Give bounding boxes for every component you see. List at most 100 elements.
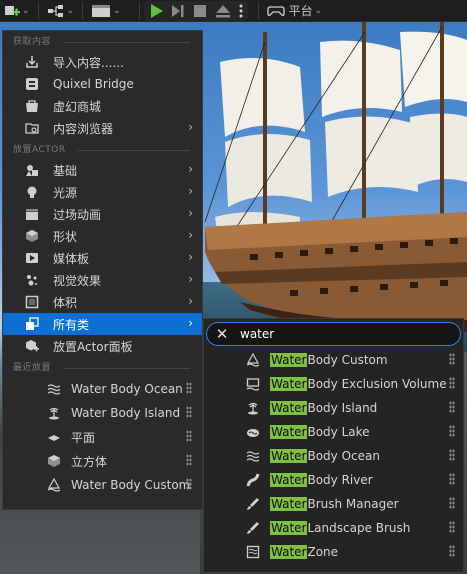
- plane-icon: [47, 430, 61, 444]
- drag-handle-icon[interactable]: [449, 401, 455, 413]
- menu-item-place-actor-panel[interactable]: 放置Actor面板: [3, 335, 202, 357]
- platforms-button[interactable]: 平台 ⌄: [263, 1, 322, 21]
- all-classes-icon: [25, 317, 39, 331]
- drag-handle-icon[interactable]: [449, 497, 455, 509]
- chevron-right-icon: ›: [188, 272, 193, 286]
- menu-item-label: 导入内容......: [53, 55, 124, 70]
- menu-item-label: 内容浏览器: [53, 121, 114, 136]
- drag-handle-icon[interactable]: [186, 382, 192, 394]
- search-input[interactable]: water: [240, 327, 274, 341]
- section-title: 获取内容: [13, 37, 52, 47]
- result-water-body-custom[interactable]: Water Body Custom: [204, 348, 463, 372]
- drag-handle-icon[interactable]: [186, 430, 192, 442]
- drag-handle-icon[interactable]: [186, 406, 192, 418]
- recent-item-cube[interactable]: 立方体: [3, 449, 202, 473]
- step-forward-icon[interactable]: [170, 3, 186, 19]
- result-water-zone[interactable]: Water Zone: [204, 540, 463, 564]
- match-highlight: Water: [270, 401, 308, 415]
- chevron-down-icon: ⌄: [113, 5, 121, 16]
- basic-icon: [25, 163, 39, 177]
- drag-handle-icon[interactable]: [449, 545, 455, 557]
- volume-icon: [25, 295, 39, 309]
- result-water-body-ocean[interactable]: Water Body Ocean: [204, 444, 463, 468]
- result-water-body-lake[interactable]: Water Body Lake: [204, 420, 463, 444]
- drag-handle-icon[interactable]: [449, 377, 455, 389]
- chevron-right-icon: ›: [188, 228, 193, 242]
- chevron-right-icon: ›: [188, 316, 193, 330]
- recent-item-water-body-island[interactable]: Water Body Island: [3, 401, 202, 425]
- drag-handle-icon[interactable]: [449, 521, 455, 533]
- result-water-brush-manager[interactable]: Water Brush Manager: [204, 492, 463, 516]
- place-actor-panel-icon: [25, 339, 39, 353]
- cube-icon: [47, 454, 61, 468]
- water-custom-icon: [246, 353, 260, 367]
- drag-handle-icon[interactable]: [449, 353, 455, 365]
- result-water-landscape-brush[interactable]: Water Landscape Brush: [204, 516, 463, 540]
- chevron-right-icon: ›: [188, 294, 193, 308]
- eject-icon[interactable]: [214, 3, 232, 19]
- match-highlight: Water: [270, 473, 308, 487]
- menu-item-visual-effects[interactable]: 视觉效果 ›: [3, 269, 202, 291]
- shape-icon: [25, 229, 39, 243]
- platforms-label: 平台: [288, 4, 313, 18]
- water-island-icon: [246, 401, 260, 415]
- menu-item-all-classes[interactable]: 所有类 ›: [3, 313, 202, 335]
- result-label: Body Lake: [307, 425, 370, 439]
- menu-item-label: 体积: [53, 295, 78, 310]
- menu-item-import-content[interactable]: 导入内容......: [3, 51, 202, 73]
- menu-item-shapes[interactable]: 形状 ›: [3, 225, 202, 247]
- chevron-right-icon: ›: [188, 162, 193, 176]
- class-search-box[interactable]: ✕ water: [206, 322, 461, 346]
- clapperboard-icon: [92, 4, 111, 17]
- section-title: 最近放置: [13, 363, 52, 373]
- recent-item-label: 立方体: [71, 454, 108, 469]
- recent-item-plane[interactable]: 平面: [3, 425, 202, 449]
- all-classes-submenu: ✕ water Water Body Custom Water Body Exc…: [203, 318, 464, 573]
- stop-icon[interactable]: [192, 3, 208, 19]
- result-label: Body River: [307, 473, 373, 487]
- menu-item-label: 光源: [53, 185, 78, 200]
- result-water-body-exclusion-volume[interactable]: Water Body Exclusion Volume: [204, 372, 463, 396]
- water-ocean-icon: [47, 382, 61, 396]
- blueprint-icon: [47, 4, 63, 17]
- recent-item-water-body-custom[interactable]: Water Body Custom: [3, 473, 202, 497]
- drag-handle-icon[interactable]: [449, 449, 455, 461]
- add-actor-icon: [5, 5, 20, 16]
- media-icon: [25, 251, 39, 265]
- play-icon[interactable]: [148, 3, 164, 19]
- drag-handle-icon[interactable]: [449, 473, 455, 485]
- cinematics-button[interactable]: ⌄: [91, 1, 121, 21]
- place-actor-menu: 获取内容 导入内容...... Quixel Bridge 虚幻商城 内容浏览器…: [2, 30, 203, 510]
- menu-item-volumes[interactable]: 体积 ›: [3, 291, 202, 313]
- result-label: Body Ocean: [307, 449, 380, 463]
- menu-item-media[interactable]: 媒体板 ›: [3, 247, 202, 269]
- match-highlight: Water: [270, 545, 308, 559]
- section-get-content: 获取内容: [3, 31, 202, 51]
- recent-item-water-body-ocean[interactable]: Water Body Ocean: [3, 377, 202, 401]
- menu-item-quixel-bridge[interactable]: Quixel Bridge: [3, 73, 202, 95]
- clear-search-icon[interactable]: ✕: [212, 325, 232, 343]
- menu-item-cinematic[interactable]: 过场动画 ›: [3, 203, 202, 225]
- result-water-body-river[interactable]: Water Body River: [204, 468, 463, 492]
- menu-item-content-browser[interactable]: 内容浏览器 ›: [3, 117, 202, 139]
- add-actor-button[interactable]: ⌄: [4, 1, 30, 21]
- result-label: Brush Manager: [307, 497, 399, 511]
- menu-item-lights[interactable]: 光源 ›: [3, 181, 202, 203]
- water-ocean-icon: [246, 449, 260, 463]
- exclusion-volume-icon: [246, 377, 260, 391]
- blueprint-button[interactable]: ⌄: [47, 1, 74, 21]
- water-custom-icon: [47, 478, 61, 492]
- menu-item-marketplace[interactable]: 虚幻商城: [3, 95, 202, 117]
- result-label: Body Custom: [307, 353, 388, 367]
- chevron-right-icon: ›: [188, 206, 193, 220]
- result-water-body-island[interactable]: Water Body Island: [204, 396, 463, 420]
- menu-item-basic[interactable]: 基础 ›: [3, 159, 202, 181]
- visual-effects-icon: [25, 273, 39, 287]
- menu-item-label: 媒体板: [53, 251, 90, 266]
- drag-handle-icon[interactable]: [186, 454, 192, 466]
- menu-item-label: 视觉效果: [53, 273, 102, 288]
- drag-handle-icon[interactable]: [186, 478, 192, 490]
- more-options-icon[interactable]: [238, 3, 244, 19]
- search-results-list: Water Body Custom Water Body Exclusion V…: [204, 348, 463, 564]
- drag-handle-icon[interactable]: [449, 425, 455, 437]
